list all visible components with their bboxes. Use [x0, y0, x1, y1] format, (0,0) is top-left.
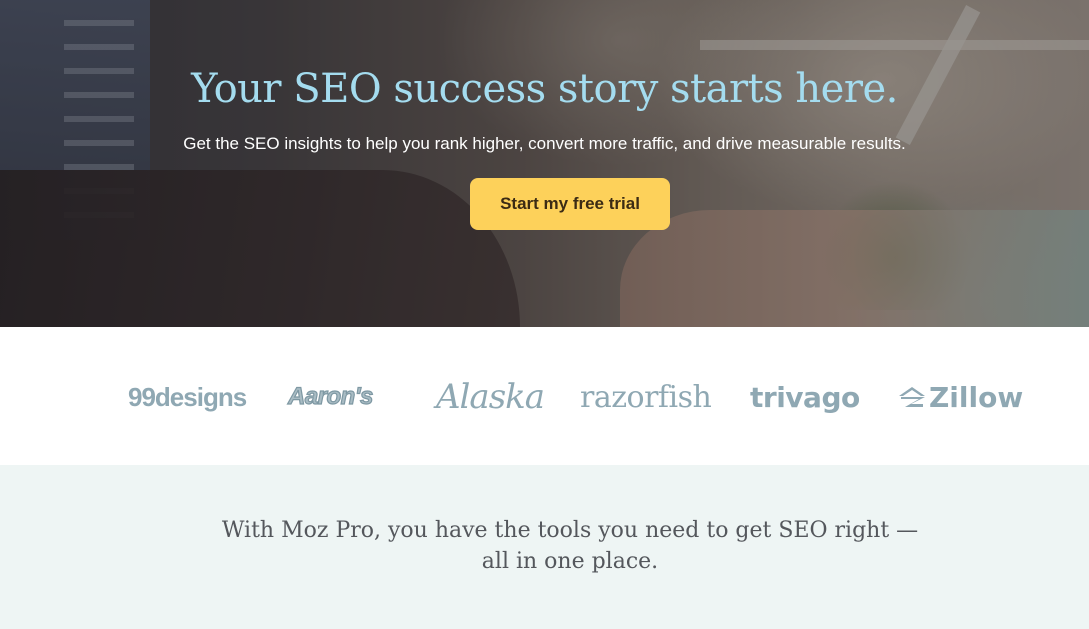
hero-title: Your SEO success story starts here.	[191, 66, 898, 112]
start-free-trial-button[interactable]: Start my free trial	[470, 178, 670, 230]
logo-99designs: 99designs	[128, 381, 247, 412]
logo-trivago: trivago	[750, 380, 860, 414]
tagline-text: With Moz Pro, you have the tools you nee…	[221, 518, 919, 574]
tagline-band: With Moz Pro, you have the tools you nee…	[0, 465, 1089, 629]
customer-logos: 99designs Aaron's Alaska razorfish triva…	[0, 327, 1089, 465]
zillow-house-icon	[899, 387, 925, 407]
hero-banner: Your SEO success story starts here. Get …	[0, 0, 1089, 327]
logo-razorfish: razorfish	[580, 379, 712, 415]
logo-alaska: Alaska	[436, 377, 545, 417]
hero-subtitle: Get the SEO insights to help you rank hi…	[183, 134, 906, 153]
logo-aarons: Aaron's	[287, 382, 374, 410]
logo-zillow: Zillow	[897, 377, 1023, 417]
logo-zillow-label: Zillow	[929, 380, 1024, 414]
hero-overlay	[0, 0, 1089, 327]
